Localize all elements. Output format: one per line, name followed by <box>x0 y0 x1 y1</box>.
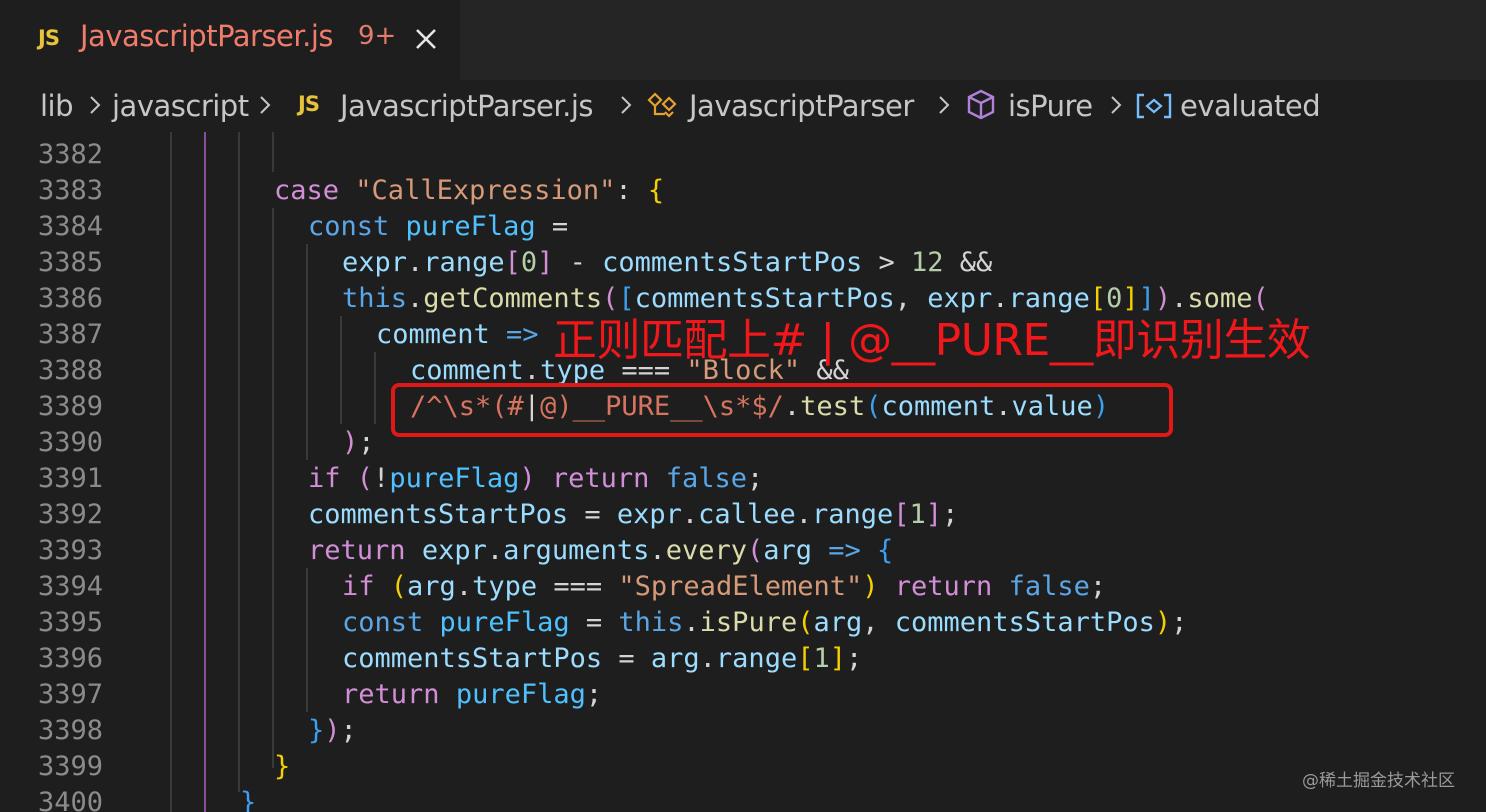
highlight-box <box>391 383 1173 437</box>
code-editor[interactable]: 3382 3383 3384 3385 3386 3387 3388 3389 … <box>0 132 1486 812</box>
indent-guide <box>306 244 308 460</box>
breadcrumb: lib javascript JS JavascriptParser.js Ja… <box>0 80 1486 132</box>
indent-guide <box>170 132 172 812</box>
chevron-right-icon <box>621 96 632 114</box>
indent-guide <box>306 568 308 712</box>
breadcrumb-item-lib[interactable]: lib <box>40 89 74 123</box>
tab-javascriptparser[interactable]: JS JavascriptParser.js 9+ <box>0 0 460 80</box>
code-line-3395: const pureFlag = this.isPure(arg, commen… <box>342 607 1188 638</box>
code-lines[interactable]: case "CallExpression": { const pureFlag … <box>0 132 1269 812</box>
close-icon[interactable] <box>411 24 441 54</box>
tab-title[interactable]: JavascriptParser.js <box>80 19 334 53</box>
indent-guide <box>204 132 206 812</box>
code-line-3387: comment => <box>376 319 539 350</box>
breadcrumb-item-javascript[interactable]: javascript <box>112 89 249 123</box>
code-line-3396: commentsStartPos = arg.range[1]; <box>342 643 863 674</box>
indent-guide <box>238 132 240 792</box>
indent-guide <box>374 352 376 424</box>
chevron-right-icon <box>90 96 101 114</box>
code-line-3392: commentsStartPos = expr.callee.range[1]; <box>308 499 959 530</box>
class-icon <box>647 92 677 118</box>
chevron-right-icon <box>1111 96 1122 114</box>
code-line-3391: if (!pureFlag) return false; <box>308 463 764 494</box>
js-file-icon: JS <box>38 26 60 50</box>
breadcrumb-item-method[interactable]: isPure <box>1008 89 1093 123</box>
code-line-3393: return expr.arguments.every(arg => { <box>308 535 894 566</box>
breadcrumb-item-file[interactable]: JavascriptParser.js <box>340 89 594 123</box>
annotation-text: 正则匹配上# | @__PURE__即识别生效 <box>553 315 1311 366</box>
code-line-3390: ); <box>342 427 375 458</box>
breadcrumb-item-variable[interactable]: evaluated <box>1180 89 1321 123</box>
variable-icon <box>1136 93 1172 119</box>
code-line-3385: expr.range[0] - commentsStartPos > 12 && <box>342 247 993 278</box>
indent-guide <box>272 132 274 172</box>
chevron-right-icon <box>260 96 271 114</box>
method-cube-icon <box>967 89 995 120</box>
code-line-3394: if (arg.type === "SpreadElement") return… <box>342 571 1107 602</box>
breadcrumb-item-class[interactable]: JavascriptParser <box>689 89 914 123</box>
indent-guide <box>340 316 342 424</box>
code-line-3397: return pureFlag; <box>342 679 603 710</box>
watermark: @稀土掘金技术社区 <box>1302 771 1455 791</box>
tab-bar: JS JavascriptParser.js 9+ <box>0 0 1486 80</box>
code-line-3398: }); <box>308 715 357 746</box>
code-line-3399: } <box>274 751 291 782</box>
chevron-right-icon <box>939 96 950 114</box>
problems-badge: 9+ <box>358 21 397 51</box>
code-line-3383: case "CallExpression": { <box>274 175 665 206</box>
code-line-3400: } <box>240 787 257 812</box>
indent-guide <box>272 208 274 768</box>
code-line-3384: const pureFlag = <box>308 211 569 242</box>
js-file-icon: JS <box>298 92 320 116</box>
